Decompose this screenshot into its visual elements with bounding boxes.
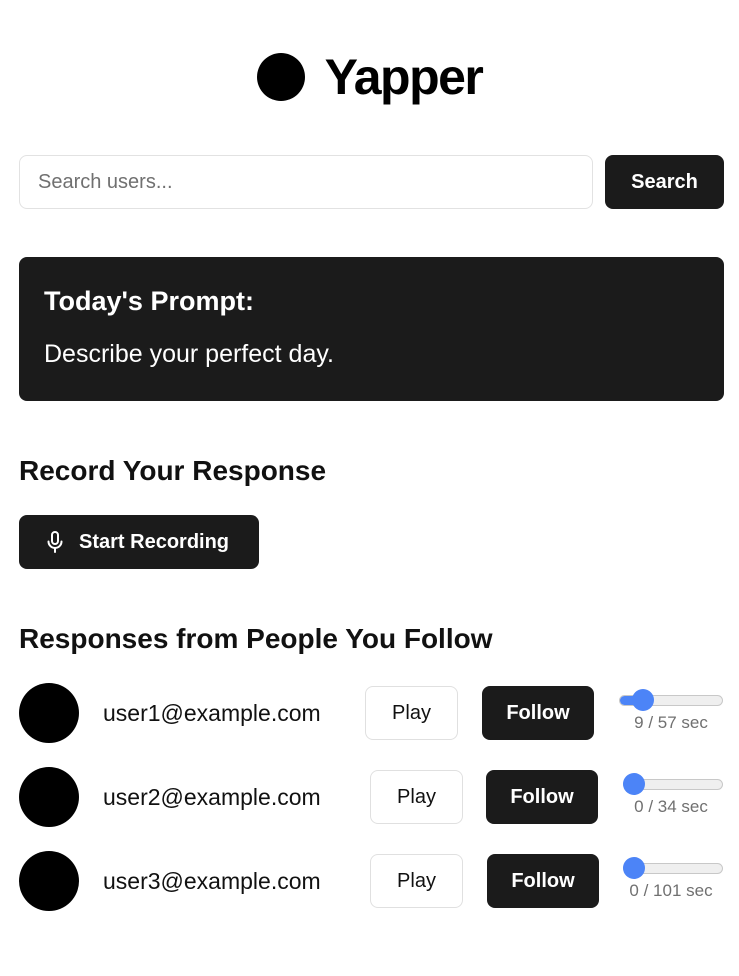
prompt-card: Today's Prompt: Describe your perfect da… [19,257,724,401]
playback-time: 0 / 34 sec [634,797,708,816]
avatar [19,851,79,911]
response-row: user3@example.com Play Follow 0 / 101 se… [19,851,724,911]
follow-button[interactable]: Follow [487,854,599,908]
play-button[interactable]: Play [365,686,458,740]
response-row: user1@example.com Play Follow 9 / 57 sec [19,683,724,743]
user-email: user1@example.com [103,700,321,726]
avatar [19,767,79,827]
prompt-text: Describe your perfect day. [44,340,334,368]
play-button[interactable]: Play [370,854,463,908]
start-recording-label: Start Recording [79,530,230,553]
app-header: Yapper [0,46,739,108]
search-button[interactable]: Search [605,155,724,209]
playback-time: 9 / 57 sec [634,713,708,732]
playback-time: 0 / 101 sec [629,881,713,900]
follow-button[interactable]: Follow [482,686,594,740]
avatar [19,683,79,743]
search-bar: Search [19,155,724,209]
app-title: Yapper [324,49,484,105]
play-button[interactable]: Play [370,770,463,824]
record-heading: Record Your Response [19,455,327,486]
responses-heading: Responses from People You Follow [19,623,493,654]
user-email: user3@example.com [103,868,321,894]
prompt-title: Today's Prompt: [44,286,254,316]
start-recording-button[interactable]: Start Recording [19,515,259,569]
slider-thumb[interactable] [623,857,645,879]
logo-icon [256,53,305,101]
slider-thumb[interactable] [623,773,645,795]
response-row: user2@example.com Play Follow 0 / 34 sec [19,767,724,827]
playback-slider[interactable] [623,857,723,879]
slider-thumb[interactable] [631,689,654,711]
playback-slider[interactable] [623,773,723,795]
search-input[interactable] [19,155,593,209]
user-email: user2@example.com [103,784,321,810]
follow-button[interactable]: Follow [486,770,598,824]
playback-slider[interactable] [619,689,723,711]
microphone-icon [45,530,65,554]
